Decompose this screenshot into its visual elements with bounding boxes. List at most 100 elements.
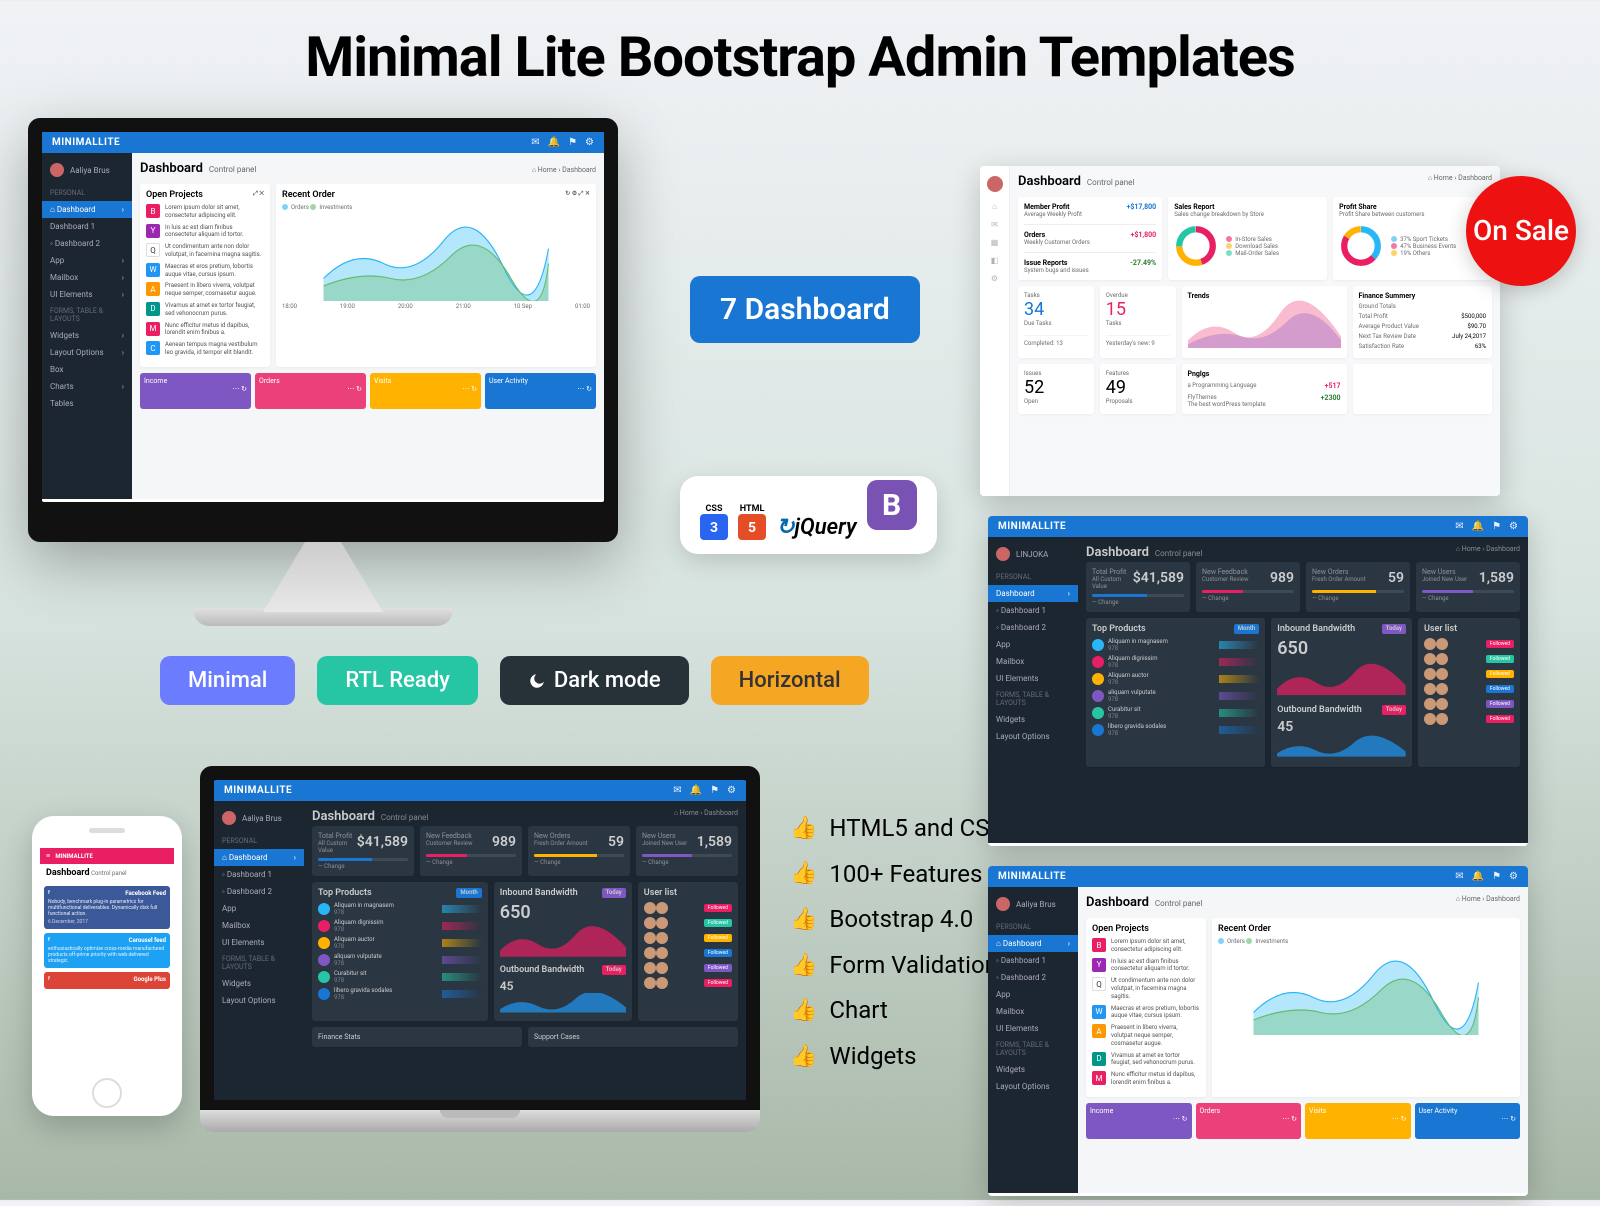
sidebar-item-ui[interactable]: UI Elements› [42, 286, 132, 303]
sidebar-item-app[interactable]: App› [42, 252, 132, 269]
sidebar-item-dashboard[interactable]: ⌂ Dashboard› [42, 201, 132, 218]
user-row[interactable]: Followed [1424, 698, 1514, 710]
product-row[interactable]: Curabitur sit978 [318, 970, 482, 984]
thumbs-up-icon: 👍 [790, 990, 817, 1032]
project-item[interactable]: MNunc efficitur metus id dapibus, lorend… [1092, 1071, 1200, 1087]
sidebar-item-box[interactable]: Box [42, 361, 132, 378]
user-row[interactable]: Followed [644, 917, 732, 929]
user-row[interactable]: Followed [644, 932, 732, 944]
phone-feed-card[interactable]: fFacebook FeedNobody, benchmark plug-in … [44, 886, 170, 929]
feature-list: 👍HTML5 and CSS3👍100+ Features👍Bootstrap … [790, 806, 1017, 1080]
phone-feed-card[interactable]: fCarousel feedenthusiastically optimize … [44, 933, 170, 968]
project-item[interactable]: QUt condimentum ante non dolor volutpat,… [146, 243, 264, 259]
project-item[interactable]: WMaecras et eros pretium, lobortis auque… [1092, 1005, 1200, 1021]
sidebar-item-mailbox[interactable]: Mailbox› [42, 269, 132, 286]
sales-report-panel: Sales ReportSales change breakdown by St… [1168, 197, 1327, 280]
kpi-tile: New FeedbackCustomer Review989— Change [1196, 562, 1300, 612]
preview-phone: ≡ MINIMALLITE Dashboard Control panel fF… [32, 816, 182, 1116]
sidebar-item-tables[interactable]: Tables [42, 395, 132, 412]
sidebar-item-dashboard2[interactable]: ◦ Dashboard 2 [42, 235, 132, 252]
stat-tile[interactable]: Orders⋯ ↻ [255, 373, 366, 409]
project-item[interactable]: DVivamus at amet ex tortor feugiat, sed … [146, 302, 264, 318]
stat-tile[interactable]: Visits⋯ ↻ [370, 373, 481, 409]
kpi-tile: New FeedbackCustomer Review989— Change [420, 826, 522, 876]
product-row[interactable]: Aliquam dignissim978 [1092, 655, 1259, 669]
pill-rtl: RTL Ready [317, 656, 478, 705]
product-row[interactable]: Aliquam in magnasem978 [1092, 638, 1259, 652]
stat-tile[interactable]: Income⋯ ↻ [140, 373, 251, 409]
feature-item: 👍Bootstrap 4.0 [790, 897, 1017, 943]
sidebar-item-dashboard1[interactable]: Dashboard 1 [42, 218, 132, 235]
product-row[interactable]: aliquam vulputate978 [318, 953, 482, 967]
product-row[interactable]: Aliquam in magnasem978 [318, 902, 482, 916]
laptop-sidebar[interactable]: Aaliya Brus Personal ⌂ Dashboard› ◦ Dash… [214, 801, 304, 1097]
sidebar-item-layout[interactable]: Layout Options› [42, 344, 132, 361]
top-products-panel: Top ProductsMonth Aliquam in magnasem978… [312, 882, 488, 1021]
project-item[interactable]: BLorem ipsum dolor sit amet, consectetur… [146, 204, 264, 220]
kpi-tile: New OrdersFresh Order Amount59— Change [1306, 562, 1410, 612]
trends-panel: Trends [1182, 286, 1347, 358]
app-logo: MINIMALLITE [52, 137, 120, 148]
user-row[interactable]: Followed [644, 977, 732, 989]
stat-tile[interactable]: Visits⋯ ↻ [1305, 1103, 1411, 1139]
stat-tile[interactable]: Orders⋯ ↻ [1196, 1103, 1302, 1139]
user-row[interactable]: Followed [644, 962, 732, 974]
product-row[interactable]: Aliquam auctor978 [318, 936, 482, 950]
product-row[interactable]: aliquam vulputate978 [1092, 689, 1259, 703]
app-topbar: MINIMALLITE ✉🔔⚑⚙ [42, 132, 604, 153]
product-row[interactable]: libero gravida sodales978 [318, 987, 482, 1001]
user-row[interactable]: Followed [644, 902, 732, 914]
dashboard-count-pill: 7 Dashboard [690, 276, 920, 343]
project-item[interactable]: QUt condimentum ante non dolor volutpat,… [1092, 977, 1200, 1000]
recent-order-chart [282, 211, 590, 301]
mode-pills-row: Minimal RTL Ready Dark mode Horizontal [160, 656, 869, 705]
project-item[interactable]: APraesent in libero viverra, volutpat ne… [146, 282, 264, 298]
bandwidth-panel: Inbound BandwidthToday 650 Outbound Band… [494, 882, 632, 1021]
preview-light-dashboard: MINIMALLITE✉🔔⚑⚙ Aaliya Brus Personal ⌂ D… [988, 866, 1528, 1196]
pill-horizontal: Horizontal [711, 656, 869, 705]
user-row[interactable]: Followed [1424, 713, 1514, 725]
sidebar-item-charts[interactable]: Charts› [42, 378, 132, 395]
sidebar-item-widgets[interactable]: Widgets› [42, 327, 132, 344]
product-row[interactable]: Aliquam auctor978 [1092, 672, 1259, 686]
user-row[interactable]: Followed [1424, 638, 1514, 650]
feature-item: 👍Form Validation [790, 943, 1017, 989]
project-item[interactable]: CAenean tempus magna vestibulum leo grav… [146, 341, 264, 357]
kpi-tile: New OrdersFresh Order Amount59— Change [528, 826, 630, 876]
sidebar[interactable]: Aaliya Brus Personal ⌂ Dashboard› Dashbo… [42, 153, 132, 499]
stat-tile[interactable]: Income⋯ ↻ [1086, 1103, 1192, 1139]
jquery-badge: ↻jQuery [776, 515, 856, 540]
user-row[interactable]: Followed [1424, 668, 1514, 680]
open-projects-panel: Open Projects⤢ ✕ BLorem ipsum dolor sit … [140, 184, 270, 367]
project-item[interactable]: YIn luis ac est diam finibus consectetur… [1092, 958, 1200, 974]
user-row[interactable]: Followed [1424, 653, 1514, 665]
thumbs-up-icon: 👍 [790, 853, 817, 895]
project-item[interactable]: MNunc efficitur metus id dapibus, lorend… [146, 322, 264, 338]
preview-laptop: MINIMALLITE✉🔔⚑⚙ Aaliya Brus Personal ⌂ D… [200, 766, 760, 1132]
feature-item: 👍Chart [790, 988, 1017, 1034]
pill-minimal: Minimal [160, 656, 295, 705]
tech-badges-row: CSS3 HTML5 ↻jQuery B [680, 476, 937, 554]
topbar-icons[interactable]: ✉🔔⚑⚙ [523, 137, 594, 148]
user-row[interactable]: Followed [1424, 683, 1514, 695]
project-item[interactable]: DVivamus at amet ex tortor feugiat, sed … [1092, 1052, 1200, 1068]
preview-light-widgets: ⌂✉▦◧⚙ DashboardControl panel⌂ Home › Das… [980, 166, 1500, 496]
project-item[interactable]: YIn luis ac est diam finibus consectetur… [146, 224, 264, 240]
user-list-panel: User list FollowedFollowedFollowedFollow… [638, 882, 738, 1021]
phone-feed-card[interactable]: fGoogle Plus [44, 972, 170, 989]
kpi-tile: Total ProfitAll Custom Value$41,589— Cha… [1086, 562, 1190, 612]
project-item[interactable]: BLorem ipsum dolor sit amet, consectetur… [1092, 938, 1200, 954]
breadcrumb: ⌂ Home › Dashboard [532, 166, 596, 174]
page-title: DashboardControl panel [140, 161, 256, 176]
project-item[interactable]: APraesent in libero viverra, volutpat ne… [1092, 1024, 1200, 1047]
user-row[interactable]: Followed [644, 947, 732, 959]
product-row[interactable]: libero gravida sodales978 [1092, 723, 1259, 737]
stat-tile[interactable]: User Activity⋯ ↻ [485, 373, 596, 409]
project-item[interactable]: WMaecras et eros pretium, lobortis auque… [146, 263, 264, 279]
kpi-tile: New UsersJoined New User1,589— Change [636, 826, 738, 876]
recent-order-panel: Recent Order↻ ⚙ ⤢ ✕ Orders Investments [276, 184, 596, 367]
kpi-tile: Total ProfitAll Custom Value$41,589— Cha… [312, 826, 414, 876]
stat-tile[interactable]: User Activity⋯ ↻ [1415, 1103, 1521, 1139]
product-row[interactable]: Aliquam dignissim978 [318, 919, 482, 933]
product-row[interactable]: Curabitur sit978 [1092, 706, 1259, 720]
